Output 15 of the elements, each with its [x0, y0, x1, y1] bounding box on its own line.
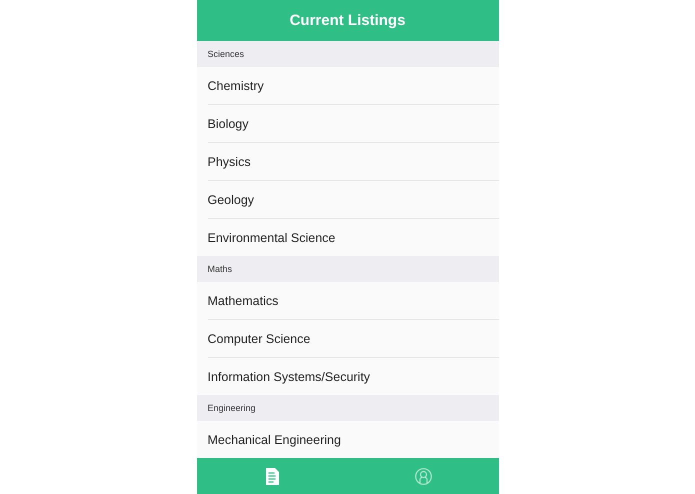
list-item[interactable]: Physics — [208, 143, 498, 181]
section-title: Maths — [208, 264, 232, 274]
person-icon — [414, 468, 432, 484]
list-item[interactable]: Chemistry — [208, 67, 498, 105]
list-item[interactable]: Information Systems/Security — [208, 358, 498, 395]
document-icon — [265, 468, 279, 484]
list-item[interactable]: Mechanical Engineering — [208, 421, 498, 458]
section-title: Sciences — [208, 49, 244, 59]
list-item[interactable]: Computer Science — [208, 320, 498, 358]
section-title: Engineering — [208, 403, 256, 413]
screen-title: Current Listings — [290, 12, 406, 29]
list-item[interactable]: Biology — [208, 105, 498, 143]
list-item[interactable]: Environmental Science — [208, 219, 498, 256]
list-item[interactable]: Geology — [208, 181, 498, 219]
list-item[interactable]: Mathematics — [208, 282, 498, 320]
